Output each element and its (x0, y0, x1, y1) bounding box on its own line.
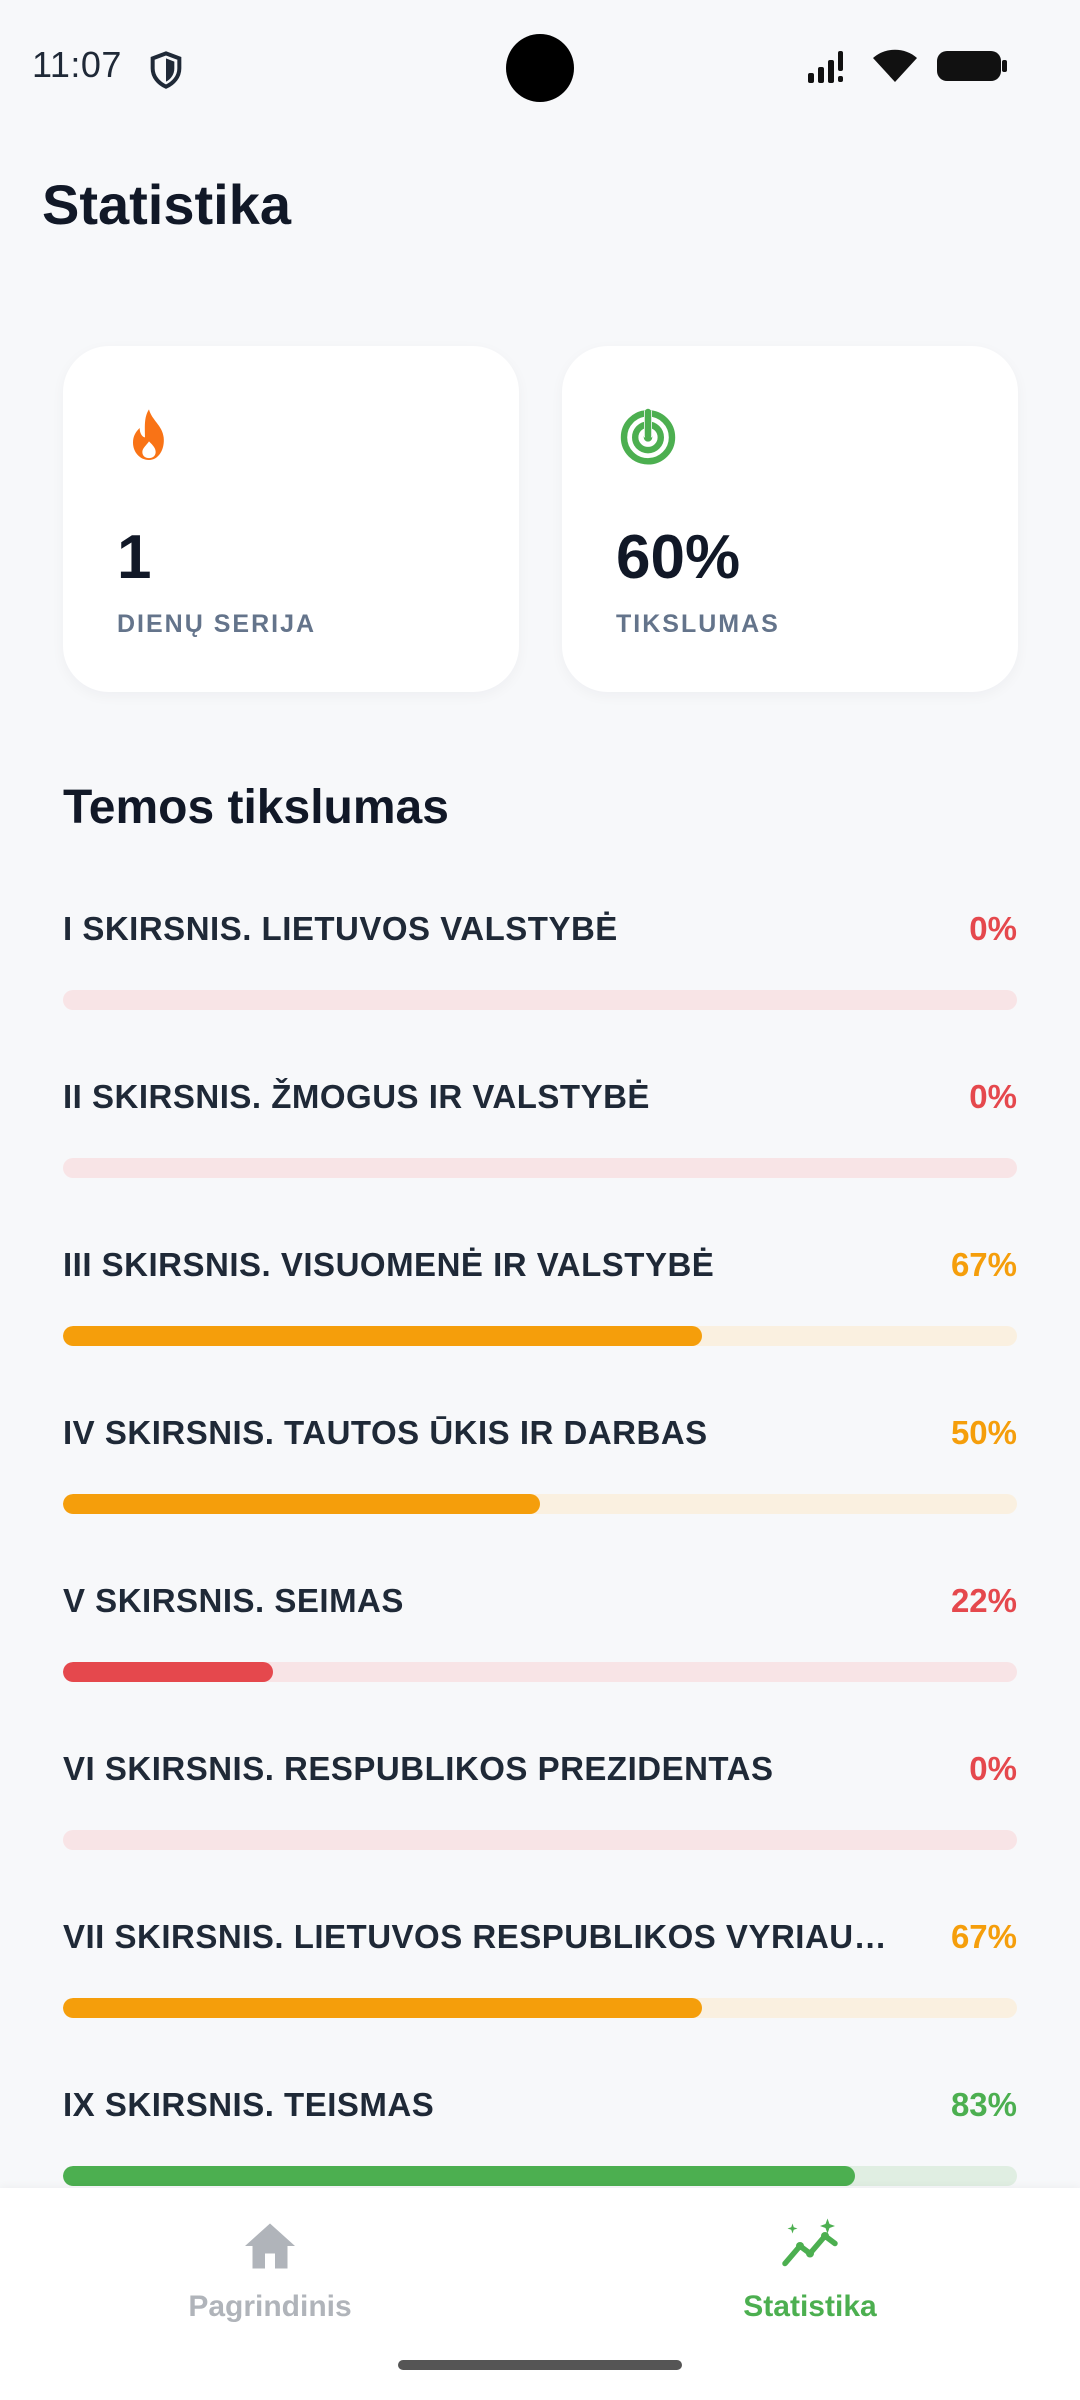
progress-track (63, 1326, 1017, 1346)
topic-name: IX SKIRSNIS. TEISMAS (63, 2086, 435, 2123)
home-indicator[interactable] (398, 2360, 682, 2370)
streak-value: 1 (117, 523, 152, 592)
progress-fill (63, 1494, 540, 1514)
topic-percent: 0% (969, 1078, 1017, 1115)
topic-percent: 22% (950, 1582, 1017, 1619)
topic-name: III SKIRSNIS. VISUOMENĖ IR VALSTYBĖ (63, 1246, 715, 1283)
camera-cutout (506, 34, 574, 102)
topic-name: VI SKIRSNIS. RESPUBLIKOS PREZIDENTAS (63, 1750, 774, 1787)
cellular-signal-icon (808, 51, 843, 83)
nav-item-home[interactable]: Pagrindinis (110, 2216, 430, 2336)
topic-row: VII SKIRSNIS. LIETUVOS RESPUBLIKOS VYRIA… (63, 1908, 1017, 2028)
progress-track (63, 1998, 1017, 2018)
flame-icon (133, 409, 164, 460)
topic-row: V SKIRSNIS. SEIMAS 22% (63, 1572, 1017, 1692)
topic-name: V SKIRSNIS. SEIMAS (63, 1582, 404, 1619)
home-icon (245, 2223, 295, 2269)
topic-name: IV SKIRSNIS. TAUTOS ŪKIS IR DARBAS (63, 1414, 708, 1451)
shield-icon (150, 51, 182, 89)
nav-item-statistics[interactable]: Statistika (650, 2216, 970, 2336)
topic-percent: 50% (950, 1414, 1017, 1451)
topic-name: II SKIRSNIS. ŽMOGUS IR VALSTYBĖ (63, 1078, 650, 1115)
topic-row: IX SKIRSNIS. TEISMAS 83% (63, 2076, 1017, 2196)
target-icon (620, 408, 676, 465)
topic-row: I SKIRSNIS. LIETUVOS VALSTYBĖ 0% (63, 900, 1017, 1020)
status-time: 11:07 (32, 44, 122, 85)
progress-track (63, 1158, 1017, 1178)
topic-row: VI SKIRSNIS. RESPUBLIKOS PREZIDENTAS 0% (63, 1740, 1017, 1860)
progress-fill (63, 1998, 703, 2018)
topic-percent: 0% (969, 1750, 1017, 1787)
battery-icon (937, 51, 1007, 81)
trend-sparkle-icon (782, 2218, 838, 2267)
topic-percent: 67% (950, 1918, 1017, 1955)
topic-name: VII SKIRSNIS. LIETUVOS RESPUBLIKOS VYRIA… (63, 1918, 888, 1955)
accuracy-card: 60% TIKSLUMAS (562, 346, 1018, 692)
wifi-icon (873, 49, 917, 82)
status-bar: 11:07 (0, 0, 1080, 136)
topic-percent: 83% (950, 2086, 1017, 2123)
progress-fill (63, 1662, 273, 1682)
progress-track (63, 990, 1017, 1010)
progress-fill (63, 1326, 703, 1346)
progress-fill (63, 2166, 855, 2186)
streak-card: 1 DIENŲ SERIJA (63, 346, 519, 692)
streak-label: DIENŲ SERIJA (117, 610, 317, 638)
progress-track (63, 2166, 1017, 2186)
app-screen: 11:07 Statistika 1 DIENŲ SERIJA 60% TIKS… (0, 0, 1080, 2400)
page-title: Statistika (42, 173, 291, 236)
topic-name: I SKIRSNIS. LIETUVOS VALSTYBĖ (63, 910, 618, 947)
topic-percent: 67% (950, 1246, 1017, 1283)
progress-track (63, 1662, 1017, 1682)
status-icons (806, 48, 1008, 84)
nav-label-statistics: Statistika (743, 2290, 877, 2323)
nav-label-home: Pagrindinis (188, 2290, 352, 2323)
topic-row: II SKIRSNIS. ŽMOGUS IR VALSTYBĖ 0% (63, 1068, 1017, 1188)
accuracy-label: TIKSLUMAS (616, 610, 780, 638)
topic-percent: 0% (969, 910, 1017, 947)
topic-row: IV SKIRSNIS. TAUTOS ŪKIS IR DARBAS 50% (63, 1404, 1017, 1524)
progress-track (63, 1830, 1017, 1850)
progress-track (63, 1494, 1017, 1514)
topic-row: III SKIRSNIS. VISUOMENĖ IR VALSTYBĖ 67% (63, 1236, 1017, 1356)
accuracy-value: 60% (616, 523, 741, 592)
section-title: Temos tikslumas (63, 781, 449, 834)
